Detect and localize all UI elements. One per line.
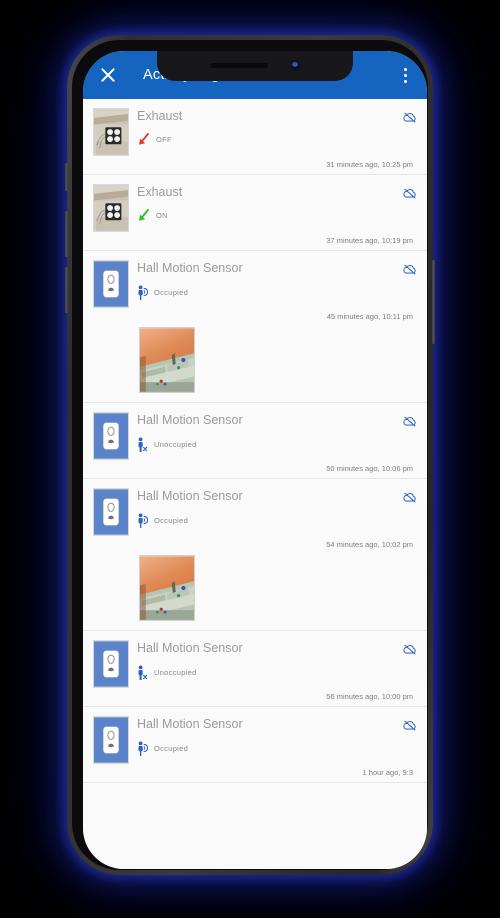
person-x-icon — [137, 437, 148, 452]
motion-sensor-icon[interactable] — [93, 640, 129, 688]
motion-sensor-icon[interactable] — [93, 412, 129, 460]
menu-dot — [403, 67, 407, 71]
activity-log-list[interactable]: Exhaust OFF 31 minutes ago, 10:25 pm Exh… — [83, 99, 427, 869]
person-motion-icon — [137, 285, 148, 300]
activity-log-row[interactable]: Hall Motion Sensor Occupied 54 minutes a… — [83, 479, 427, 631]
timestamp: 37 minutes ago, 10:19 pm — [326, 236, 413, 245]
state-line: Unoccupied — [137, 437, 399, 452]
device-name: Hall Motion Sensor — [137, 261, 243, 275]
row-header: Hall Motion Sensor Unoccupied — [93, 412, 417, 460]
person-motion-icon — [137, 741, 148, 756]
phone-bezel: Activity Log Exhaust OFF — [72, 40, 428, 870]
cloud-off-icon[interactable] — [403, 720, 417, 731]
close-icon[interactable] — [97, 64, 119, 86]
phone-screen: Activity Log Exhaust OFF — [83, 51, 427, 869]
device-name: Exhaust — [137, 109, 183, 123]
row-details: Hall Motion Sensor Occupied — [129, 716, 399, 756]
state-label: Occupied — [154, 516, 189, 525]
state-line: ON — [137, 209, 399, 222]
timestamp: 1 hour ago, 9:3 — [362, 768, 413, 777]
timestamp: 31 minutes ago, 10:25 pm — [326, 160, 413, 169]
person-motion-icon — [137, 513, 148, 528]
activity-log-row[interactable]: Hall Motion Sensor Unoccupied 50 minutes… — [83, 403, 427, 479]
state-label: Unoccupied — [154, 668, 197, 677]
motion-sensor-icon[interactable] — [93, 260, 129, 308]
exhaust-fan-photo[interactable] — [93, 184, 129, 232]
state-line: Occupied — [137, 513, 399, 528]
motion-sensor-icon[interactable] — [93, 716, 129, 764]
row-header: Hall Motion Sensor Unoccupied — [93, 640, 417, 688]
arrow-down-left-green-icon — [137, 209, 150, 222]
row-details: Exhaust OFF — [129, 108, 399, 146]
activity-log-row[interactable]: Exhaust OFF 31 minutes ago, 10:25 pm — [83, 99, 427, 175]
timestamp: 54 minutes ago, 10:02 pm — [326, 540, 413, 549]
timestamp: 56 minutes ago, 10:00 pm — [326, 692, 413, 701]
person-x-icon — [137, 665, 148, 680]
state-line: Occupied — [137, 741, 399, 756]
phone-power-button[interactable] — [432, 260, 435, 344]
device-name: Hall Motion Sensor — [137, 717, 243, 731]
activity-log-row[interactable]: Hall Motion Sensor Occupied 45 minutes a… — [83, 251, 427, 403]
activity-log-row[interactable]: Hall Motion Sensor Unoccupied 56 minutes… — [83, 631, 427, 707]
cloud-off-icon[interactable] — [403, 416, 417, 427]
state-label: Unoccupied — [154, 440, 197, 449]
state-label: ON — [156, 211, 168, 220]
row-header: Exhaust ON — [93, 184, 417, 232]
state-line: Unoccupied — [137, 665, 399, 680]
activity-log-row[interactable]: Hall Motion Sensor Occupied 1 hour ago, … — [83, 707, 427, 783]
row-header: Hall Motion Sensor Occupied — [93, 488, 417, 536]
row-header: Hall Motion Sensor Occupied — [93, 260, 417, 308]
row-details: Hall Motion Sensor Unoccupied — [129, 412, 399, 452]
row-details: Hall Motion Sensor Occupied — [129, 260, 399, 300]
row-details: Hall Motion Sensor Occupied — [129, 488, 399, 528]
cloud-off-icon[interactable] — [403, 188, 417, 199]
state-label: Occupied — [154, 288, 189, 297]
timestamp: 45 minutes ago, 10:11 pm — [326, 312, 413, 321]
device-name: Exhaust — [137, 185, 183, 199]
earpiece-speaker — [209, 62, 268, 68]
row-header: Hall Motion Sensor Occupied — [93, 716, 417, 764]
cloud-off-icon[interactable] — [403, 264, 417, 275]
phone-notch — [157, 51, 353, 81]
state-label: OFF — [156, 135, 172, 144]
cloud-off-icon[interactable] — [403, 492, 417, 503]
phone-volume-down-button[interactable] — [65, 267, 68, 313]
device-name: Hall Motion Sensor — [137, 641, 243, 655]
state-label: Occupied — [154, 744, 189, 753]
state-line: Occupied — [137, 285, 399, 300]
row-details: Exhaust ON — [129, 184, 399, 222]
phone-volume-up-button[interactable] — [65, 211, 68, 257]
menu-dot — [403, 73, 407, 77]
exhaust-fan-photo[interactable] — [93, 108, 129, 156]
device-name: Hall Motion Sensor — [137, 489, 243, 503]
device-name: Hall Motion Sensor — [137, 413, 243, 427]
state-line: OFF — [137, 133, 399, 146]
motion-sensor-icon[interactable] — [93, 488, 129, 536]
phone-mute-switch[interactable] — [65, 163, 68, 191]
attachment-thumbnail[interactable] — [139, 327, 195, 393]
cloud-off-icon[interactable] — [403, 112, 417, 123]
cloud-off-icon[interactable] — [403, 644, 417, 655]
activity-log-row[interactable]: Exhaust ON 37 minutes ago, 10:19 pm — [83, 175, 427, 251]
timestamp: 50 minutes ago, 10:06 pm — [326, 464, 413, 473]
row-header: Exhaust OFF — [93, 108, 417, 156]
more-vertical-icon[interactable] — [395, 63, 415, 87]
front-camera — [289, 59, 301, 71]
arrow-down-left-red-icon — [137, 133, 150, 146]
menu-dot — [403, 79, 407, 83]
attachment-thumbnail[interactable] — [139, 555, 195, 621]
row-details: Hall Motion Sensor Unoccupied — [129, 640, 399, 680]
phone-device-frame: Activity Log Exhaust OFF — [65, 35, 435, 875]
